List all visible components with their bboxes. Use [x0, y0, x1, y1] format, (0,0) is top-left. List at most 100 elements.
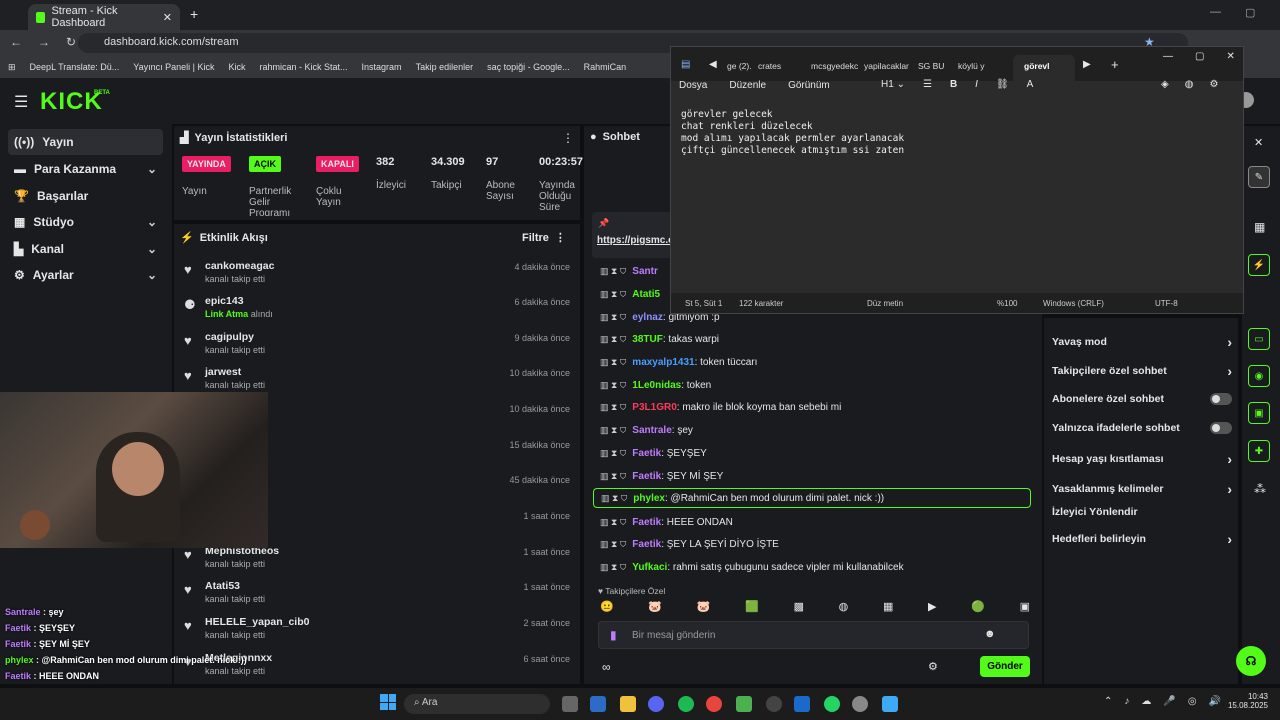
- emoji-icon[interactable]: ☻: [984, 628, 996, 640]
- bookmark-5[interactable]: Takip edilenler: [416, 62, 474, 72]
- chat-username[interactable]: Atati5: [632, 289, 660, 300]
- copilot-icon[interactable]: ◈: [1161, 79, 1169, 90]
- mod-actions-icon[interactable]: ▥ ⧗ ⛉: [600, 539, 626, 550]
- browser-tab[interactable]: Stream - Kick Dashboard ✕: [28, 4, 180, 30]
- discord-icon[interactable]: [648, 696, 664, 712]
- menu-icon[interactable]: ☰: [14, 92, 28, 112]
- chat-message[interactable]: ▥ ⧗ ⛉ Santrale: şey: [600, 420, 1040, 440]
- nav-buttons[interactable]: ← → ↻: [10, 35, 76, 49]
- list-icon[interactable]: ☰: [923, 79, 932, 90]
- infinity-icon[interactable]: ∞: [602, 660, 611, 674]
- chat-username[interactable]: maxyalp1431: [632, 357, 694, 368]
- chat-username[interactable]: 1Le0nidas: [632, 380, 681, 391]
- clock[interactable]: 10:43 15.08.2025: [1224, 692, 1268, 710]
- notepad-tab[interactable]: crates: [758, 61, 781, 71]
- chat-settings-gear-icon[interactable]: ⚙: [928, 660, 938, 673]
- note-line[interactable]: mod alımı yapılacak permler ayarlanacak: [681, 133, 904, 144]
- windows-start-icon[interactable]: [380, 694, 396, 710]
- send-button[interactable]: Gönder: [980, 656, 1030, 677]
- toggle-switch[interactable]: [1210, 422, 1232, 434]
- notepad-new-tab-icon[interactable]: +: [1111, 57, 1119, 72]
- feed-username[interactable]: HELELE_yapan_cib0: [205, 616, 309, 628]
- chat-setting-row[interactable]: Takipçilere özel sohbet ›: [1052, 363, 1232, 379]
- minecraft-icon[interactable]: [736, 696, 752, 712]
- pinned-link[interactable]: https://pigsmc.c: [597, 235, 674, 246]
- feed-filter-button[interactable]: Filtre ⋮: [522, 231, 566, 245]
- chat-username[interactable]: Faetik: [632, 448, 661, 459]
- close-icon[interactable]: ✕: [1254, 136, 1263, 149]
- apps-icon[interactable]: ⁂: [1254, 482, 1266, 496]
- camera-icon[interactable]: ▣: [1248, 402, 1270, 424]
- bookmark-4[interactable]: Instagram: [362, 62, 402, 72]
- chat-username[interactable]: Santrale: [632, 425, 671, 436]
- chat-message[interactable]: ▥ ⧗ ⛉ maxyalp1431: token tüccarı: [600, 352, 1040, 372]
- notepad-window-controls[interactable]: — ▢ ✕: [1163, 51, 1235, 62]
- window-controls[interactable]: —▢✕: [1210, 6, 1280, 19]
- chat-username[interactable]: Faetik: [632, 471, 661, 482]
- taskbar-search[interactable]: ⌕ Ara: [404, 694, 550, 714]
- notepad-tab[interactable]: mcsgyedekc: [811, 61, 858, 71]
- mod-actions-icon[interactable]: ▥ ⧗ ⛉: [600, 562, 626, 573]
- mod-actions-icon[interactable]: ▥ ⧗ ⛉: [601, 493, 627, 504]
- mod-actions-icon[interactable]: ▥ ⧗ ⛉: [600, 357, 626, 368]
- chat-message[interactable]: ▥ ⧗ ⛉ Yufkaci: rahmi satış çubugunu sadec…: [600, 557, 1040, 577]
- chat-username[interactable]: Yufkaci: [632, 562, 667, 573]
- emote-bar[interactable]: 😐 🐷 🐷 🟩 ▩ ◍ ▦ ▶ 🟢 ▣: [600, 600, 1030, 616]
- bookmark-1[interactable]: Yayıncı Paneli | Kick: [133, 62, 214, 72]
- chat-message[interactable]: ▥ ⧗ ⛉ Faetik: ŞEY Mİ ŞEY: [600, 466, 1040, 486]
- note-line[interactable]: chat renkleri düzelecek: [681, 121, 813, 132]
- chat-message[interactable]: ▥ ⧗ ⛉ P3L1GR0: makro ile blok koyma ban s…: [600, 397, 1040, 417]
- wrench-icon[interactable]: ✚: [1248, 440, 1270, 462]
- grid-icon[interactable]: ▦: [1254, 220, 1265, 234]
- support-icon[interactable]: ☊: [1236, 646, 1266, 676]
- lightning-icon[interactable]: ⚡: [1248, 254, 1270, 276]
- app-icon[interactable]: [852, 696, 868, 712]
- sidebar-item-kanal[interactable]: ▙ Kanal ⌄: [8, 236, 163, 262]
- chat-message[interactable]: ▥ ⧗ ⛉ phylex: @RahmiCan ben mod olurum di…: [593, 488, 1031, 508]
- new-tab-icon[interactable]: +: [190, 6, 198, 22]
- menu-dosya[interactable]: Dosya: [679, 80, 707, 91]
- chat-message[interactable]: ▥ ⧗ ⛉ 1Le0nidas: token: [600, 375, 1040, 395]
- bookmark-0[interactable]: DeepL Translate: Dü...: [30, 62, 120, 72]
- chat-message[interactable]: ▥ ⧗ ⛉ Faetik: HEEE ONDAN: [600, 512, 1040, 532]
- sidebar-item-ayarlar[interactable]: ⚙ Ayarlar ⌄: [8, 262, 163, 288]
- chat-username[interactable]: P3L1GR0: [632, 402, 676, 413]
- chat-setting-row[interactable]: Hedefleri belirleyin ›: [1052, 531, 1232, 547]
- bookmark-3[interactable]: rahmican - Kick Stat...: [260, 62, 348, 72]
- chat-username[interactable]: 38TUF: [632, 334, 663, 345]
- menu-gorunum[interactable]: Görünüm: [788, 80, 830, 91]
- notepad-taskbar-icon[interactable]: [882, 696, 898, 712]
- sidebar-item-yayin[interactable]: ((•)) Yayın: [8, 129, 163, 155]
- chat-icon[interactable]: ▭: [1248, 328, 1270, 350]
- feed-username[interactable]: jarwest: [205, 366, 241, 378]
- mod-actions-icon[interactable]: ▥ ⧗ ⛉: [600, 517, 626, 528]
- sidebar-item-para-kazanma[interactable]: ▬ Para Kazanma ⌄: [8, 156, 163, 182]
- menu-duzenle[interactable]: Düzenle: [729, 80, 766, 91]
- chat-username[interactable]: Faetik: [632, 539, 661, 550]
- chat-setting-row[interactable]: Abonelere özel sohbet: [1052, 393, 1232, 405]
- spotify-icon[interactable]: [678, 696, 694, 712]
- chat-setting-row[interactable]: Hesap yaşı kısıtlaması ›: [1052, 451, 1232, 467]
- task-view-icon[interactable]: [562, 696, 578, 712]
- mod-actions-icon[interactable]: ▥ ⧗ ⛉: [600, 380, 626, 391]
- sidebar-item-basarilar[interactable]: 🏆 Başarılar: [8, 183, 163, 209]
- edit-icon[interactable]: ✎: [1248, 166, 1270, 188]
- app-icon[interactable]: [794, 696, 810, 712]
- bookmark-6[interactable]: saç topiği - Google...: [487, 62, 570, 72]
- mod-actions-icon[interactable]: ▥ ⧗ ⛉: [600, 425, 626, 436]
- apps-icon[interactable]: ⊞: [8, 62, 16, 73]
- note-line[interactable]: görevler gelecek: [681, 109, 773, 120]
- mic-icon[interactable]: ▮: [610, 628, 617, 642]
- mod-actions-icon[interactable]: ▥ ⧗ ⛉: [600, 312, 626, 323]
- chat-username[interactable]: Faetik: [632, 517, 661, 528]
- obs-icon[interactable]: [766, 696, 782, 712]
- notepad-tab[interactable]: yapilacaklar: [864, 61, 909, 71]
- file-explorer-icon[interactable]: [620, 696, 636, 712]
- sidebar-item-studyo[interactable]: ▦ Stüdyo ⌄: [8, 209, 163, 235]
- tab-scroll-right-icon[interactable]: ▶: [1083, 59, 1091, 70]
- chrome-icon[interactable]: [706, 696, 722, 712]
- settings-gear-icon[interactable]: ⚙: [1209, 79, 1218, 90]
- mod-actions-icon[interactable]: ▥ ⧗ ⛉: [600, 448, 626, 459]
- account-icon[interactable]: ◍: [1185, 79, 1194, 90]
- heading-dropdown[interactable]: H1 ⌄: [881, 79, 905, 90]
